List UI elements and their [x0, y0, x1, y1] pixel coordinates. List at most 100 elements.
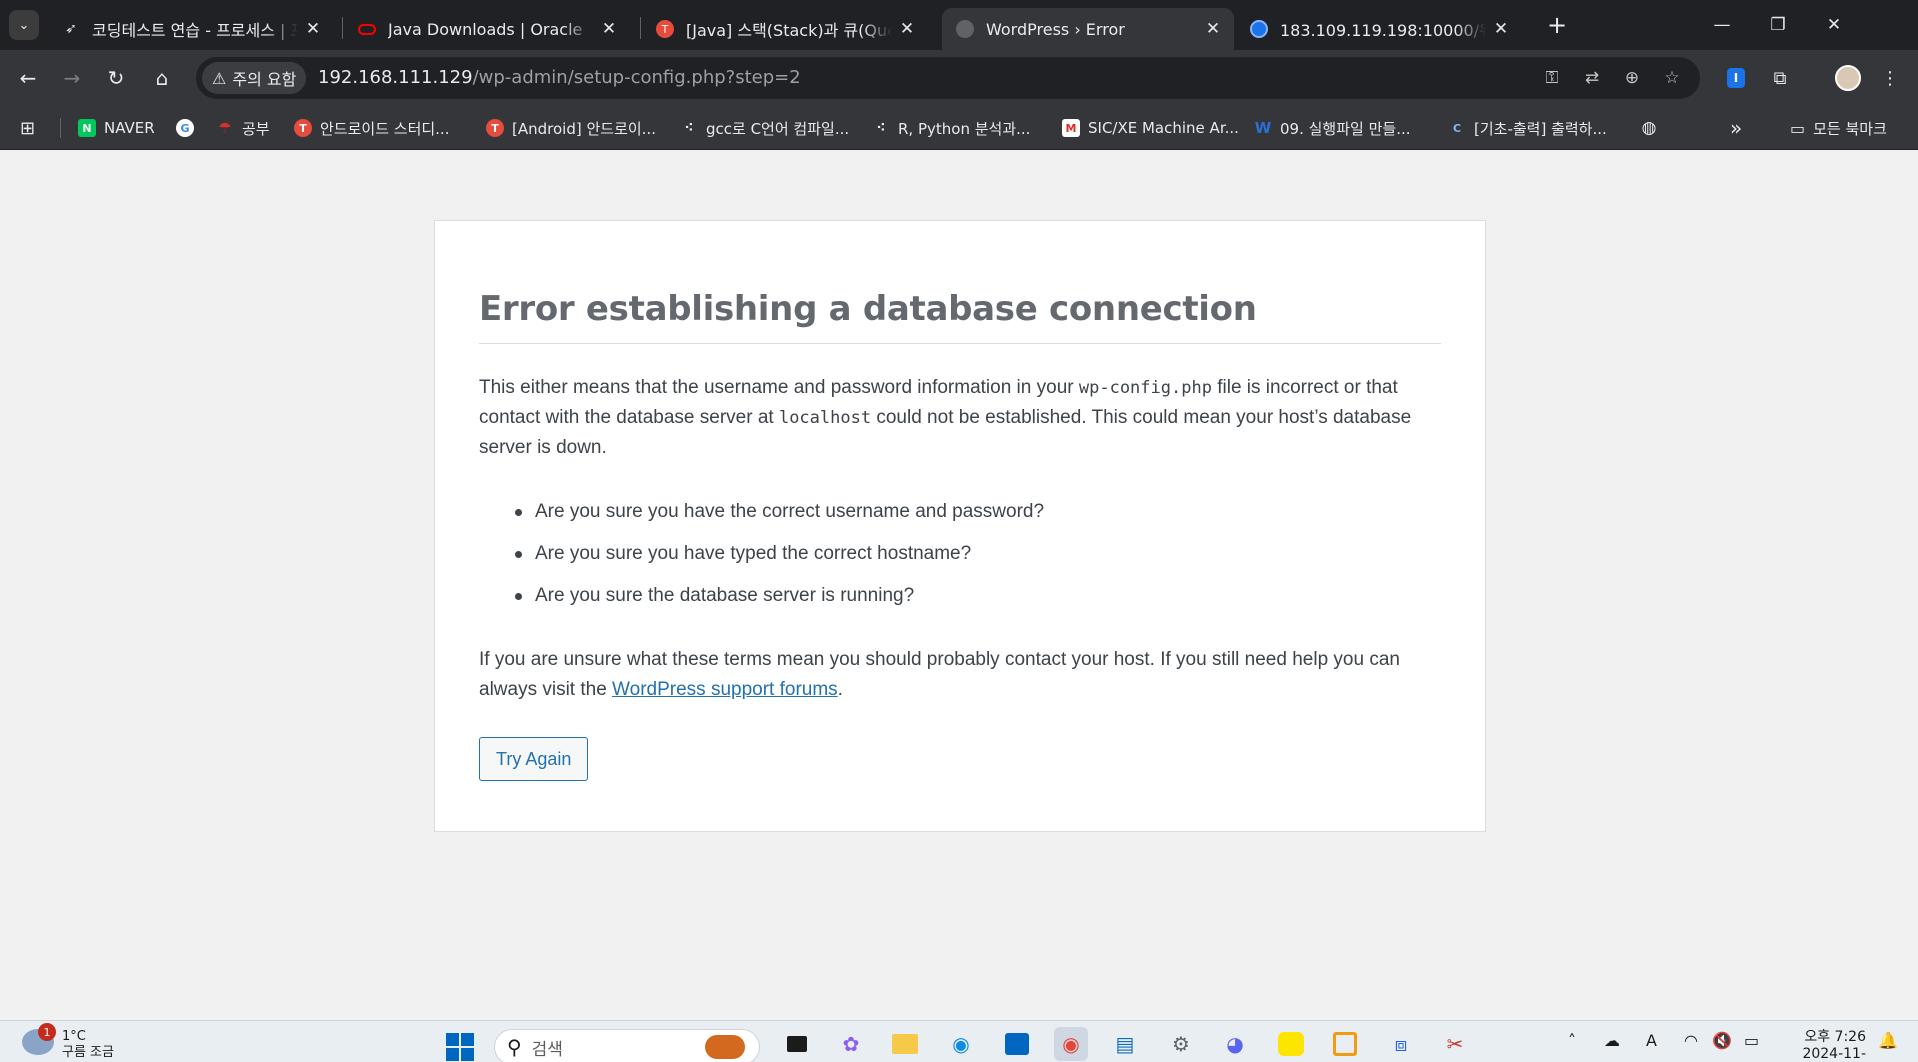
list-item: Are you sure you have typed the correct … [479, 539, 1379, 569]
bookmark-android[interactable]: T [Android] 안드로이... [486, 114, 656, 142]
bookmark-study[interactable]: ☂ 공부 [216, 114, 270, 142]
taskbar-search[interactable]: ⚲ 검색 [494, 1029, 760, 1062]
snipping-tool-icon[interactable]: ✂ [1438, 1027, 1472, 1061]
minimize-window-button[interactable]: — [1694, 0, 1750, 50]
security-chip[interactable]: ⚠ 주의 요함 [202, 62, 307, 94]
edge-icon[interactable]: ◉ [944, 1027, 978, 1061]
support-forums-link[interactable]: WordPress support forums [612, 679, 838, 700]
chevron-up-icon[interactable]: ˄ [1568, 1031, 1576, 1050]
restore-window-button[interactable]: ❐ [1750, 0, 1806, 50]
home-button[interactable]: ⌂ [146, 62, 178, 94]
bookmark-label: NAVER [104, 119, 155, 137]
bookmark-naver[interactable]: N NAVER [78, 114, 155, 142]
task-view-icon[interactable] [780, 1027, 814, 1061]
tab-webmin[interactable]: 183.109.119.198:10000/워드프레스 ✕ [1236, 8, 1522, 50]
tistory-icon: T [656, 20, 674, 38]
tab-programmers[interactable]: ➶ 코딩테스트 연습 - 프로세스 | 프로그래머스 ✕ [48, 8, 334, 50]
tab-title: Java Downloads | Oracle [388, 19, 583, 39]
ime-icon[interactable]: A [1646, 1031, 1657, 1050]
chevron-double-right-icon: » [1730, 116, 1743, 140]
extension-button[interactable]: I [1720, 62, 1752, 94]
tab-oracle[interactable]: Java Downloads | Oracle ✕ [344, 8, 630, 50]
reload-button[interactable]: ↻ [100, 62, 132, 94]
bookmark-label: R, Python 분석과... [898, 119, 1031, 138]
menu-kebab-icon[interactable]: ⋮ [1874, 62, 1906, 94]
close-icon[interactable]: ✕ [1492, 19, 1510, 39]
plus-icon: + [1546, 11, 1568, 39]
naver-icon: N [78, 119, 96, 137]
checklist: Are you sure you have the correct userna… [479, 497, 1379, 623]
list-item: Are you sure the database server is runn… [479, 581, 1379, 611]
close-icon: ✕ [1826, 15, 1842, 35]
forward-button[interactable]: → [56, 62, 88, 94]
apps-grid-icon: ⊞ [20, 117, 36, 139]
config-file-code: wp-config.php [1078, 378, 1212, 398]
address-bar[interactable]: ⚠ 주의 요함 192.168.111.129/wp-admin/setup-c… [196, 57, 1700, 99]
discord-icon[interactable]: ◕ [1218, 1027, 1252, 1061]
virtualbox-icon[interactable] [1328, 1027, 1362, 1061]
all-bookmarks-button[interactable]: ▭ 모든 북마크 [1790, 114, 1887, 142]
speaker-muted-icon[interactable]: 🔇 [1712, 1031, 1732, 1050]
star-icon[interactable]: ☆ [1660, 66, 1684, 90]
notification-bell-icon[interactable]: 🔔 [1878, 1031, 1898, 1050]
programmers-icon: ➶ [65, 21, 77, 37]
store-icon[interactable] [1000, 1027, 1034, 1061]
cloud-offline-icon[interactable]: ☁ [1604, 1031, 1620, 1050]
close-icon[interactable]: ✕ [600, 19, 618, 39]
close-window-button[interactable]: ✕ [1806, 0, 1862, 50]
tab-search-button[interactable]: ⌄ [9, 10, 39, 40]
close-icon[interactable]: ✕ [304, 19, 322, 39]
more-bookmarks-button[interactable]: » [1730, 114, 1742, 142]
extensions-puzzle-icon[interactable]: ⧉ [1764, 62, 1796, 94]
translate-icon[interactable]: ⇄ [1580, 66, 1604, 90]
network-tool-icon[interactable]: ⧈ [1384, 1027, 1418, 1061]
back-button[interactable]: ← [12, 62, 44, 94]
zoom-icon[interactable]: ⊕ [1620, 66, 1644, 90]
bookmark-label: [기초-출력] 출력하... [1474, 119, 1607, 138]
chrome-icon[interactable]: ◉ [1054, 1027, 1088, 1061]
weather-widget[interactable]: 1 1°C 구름 조금 [22, 1023, 114, 1061]
try-again-button[interactable]: Try Again [479, 737, 589, 781]
avatar [1835, 65, 1861, 91]
bookmark-gcc[interactable]: ⁖ gcc로 C언어 컴파일... [680, 114, 850, 142]
bookmark-wikidocs[interactable]: W 09. 실행파일 만들... [1254, 114, 1411, 142]
bookmark-r-python[interactable]: ⁖ R, Python 분석과... [872, 114, 1031, 142]
battery-icon[interactable]: ▭ [1744, 1031, 1759, 1050]
profile-button[interactable] [1832, 62, 1864, 94]
search-icon: ⚲ [507, 1035, 522, 1059]
apps-button[interactable]: ⊞ [20, 114, 35, 142]
bookmark-google[interactable]: G [176, 114, 202, 142]
tab-strip: ⌄ ➶ 코딩테스트 연습 - 프로세스 | 프로그래머스 ✕ Java Down… [0, 0, 1918, 50]
close-icon[interactable]: ✕ [1204, 19, 1222, 39]
copilot-icon[interactable]: ✿ [834, 1027, 868, 1061]
bookmark-label: 공부 [242, 119, 270, 138]
bookmark-android-study[interactable]: T 안드로이드 스터디... [294, 114, 449, 142]
arrow-right-icon: → [63, 66, 81, 90]
tab-title: [Java] 스택(Stack)과 큐(Queue) [686, 21, 892, 40]
start-button[interactable] [446, 1033, 474, 1061]
tab-java-stack[interactable]: T [Java] 스택(Stack)과 큐(Queue) ✕ [642, 8, 928, 50]
password-key-icon[interactable]: ⚿ [1540, 66, 1564, 90]
settings-gear-icon[interactable]: ⚙ [1164, 1027, 1198, 1061]
new-tab-button[interactable]: + [1542, 10, 1572, 40]
bookmark-sicxe[interactable]: M SIC/XE Machine Ar... [1062, 114, 1239, 142]
bookmark-divider [60, 118, 61, 138]
google-icon: G [176, 119, 194, 137]
close-icon[interactable]: ✕ [898, 19, 916, 39]
url-text[interactable]: 192.168.111.129/wp-admin/setup-config.ph… [318, 67, 801, 88]
url-path: /wp-admin/setup-config.php?step=2 [472, 67, 801, 88]
wifi-icon[interactable]: ◠ [1684, 1031, 1698, 1050]
minimize-icon: — [1713, 15, 1731, 35]
bookmark-globe[interactable]: ◍ [1640, 114, 1666, 142]
wikidocs-icon: W [1254, 119, 1272, 137]
bookmark-codeup[interactable]: C [기초-출력] 출력하... [1448, 114, 1607, 142]
file-explorer-icon[interactable] [888, 1027, 922, 1061]
bookmark-label: 안드로이드 스터디... [320, 119, 450, 138]
bookmark-label: [Android] 안드로이... [512, 119, 656, 138]
webmin-icon [1250, 20, 1268, 38]
kakaotalk-icon[interactable] [1274, 1027, 1308, 1061]
notepad-icon[interactable]: ▤ [1108, 1027, 1142, 1061]
study-icon: ☂ [218, 119, 232, 137]
system-clock[interactable]: 오후 7:26 2024-11-20 [1786, 1029, 1866, 1062]
tab-wordpress-error[interactable]: WordPress › Error ✕ [942, 8, 1234, 50]
